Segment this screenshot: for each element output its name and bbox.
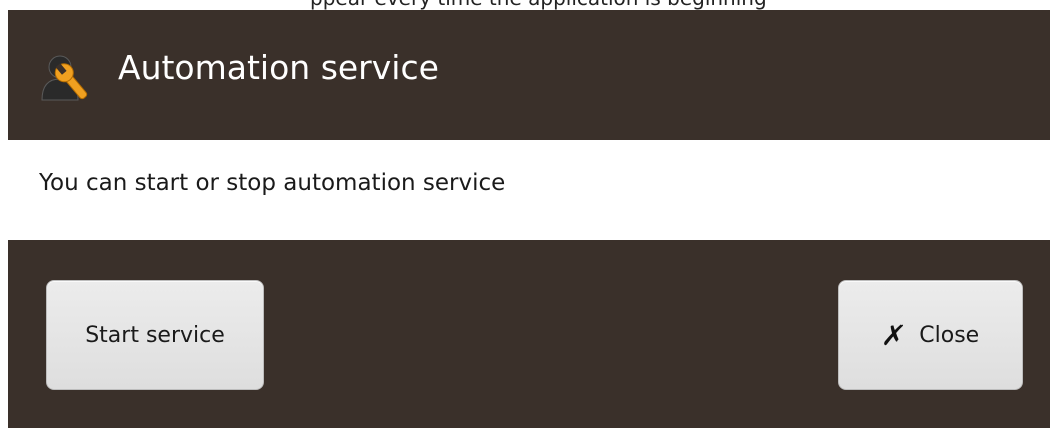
message-area: You can start or stop automation service [8,140,1050,240]
dialog-header: Automation service [8,10,1050,140]
clipped-background-text-strip: ppear every time the application is begi… [0,0,1050,10]
automation-service-dialog: Automation service You can start or stop… [8,10,1050,428]
x-mark-icon: ✗ [879,318,908,352]
start-service-button[interactable]: Start service [46,280,264,390]
close-button[interactable]: ✗ Close [838,280,1023,390]
user-wrench-icon [38,50,94,106]
close-button-label: Close [919,322,980,348]
clipped-background-text: ppear every time the application is begi… [310,0,767,10]
dialog-message: You can start or stop automation service [39,170,506,196]
dialog-title: Automation service [118,48,439,87]
start-service-button-label: Start service [85,322,225,348]
